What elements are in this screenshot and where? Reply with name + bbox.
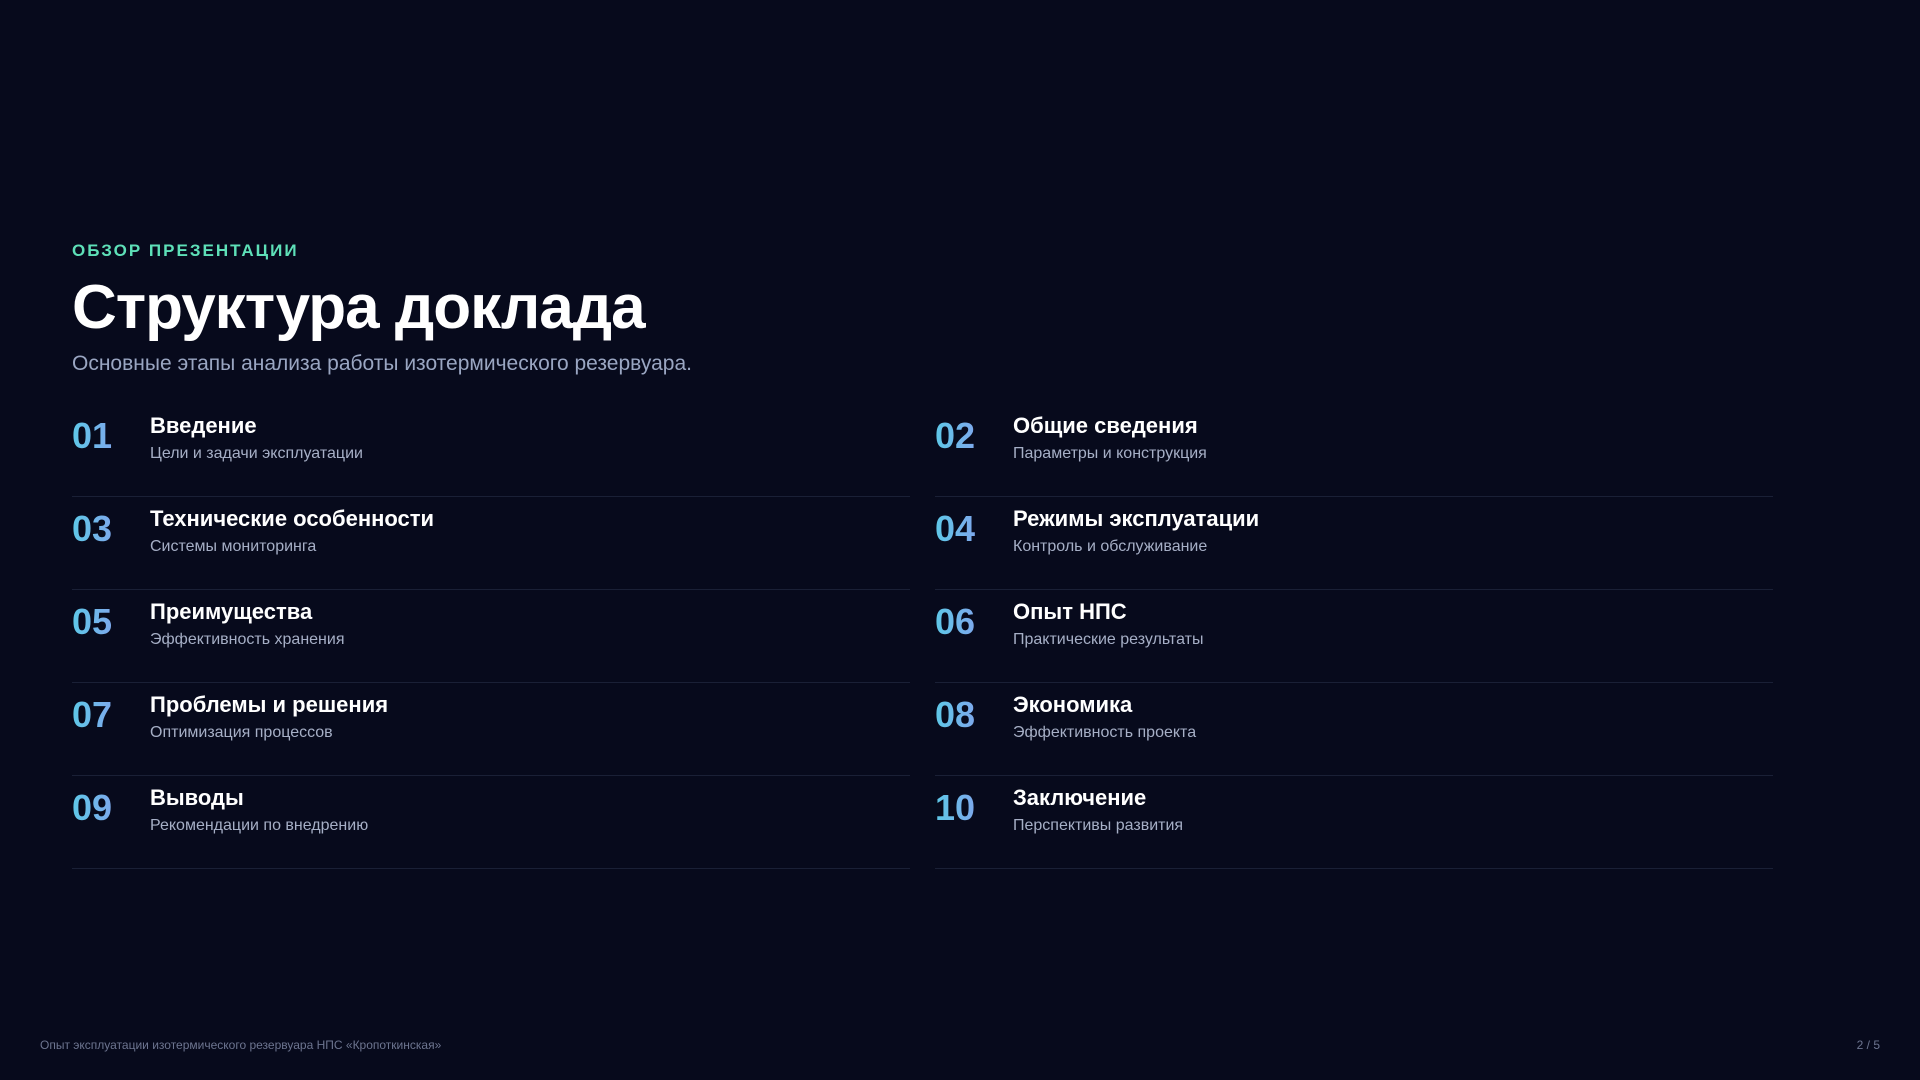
agenda-item: 09 Выводы Рекомендации по внедрению [72,776,910,869]
agenda-item: 08 Экономика Эффективность проекта [935,683,1773,776]
agenda-item-number: 06 [935,600,1013,644]
agenda-grid: 01 Введение Цели и задачи эксплуатации 0… [72,404,1773,869]
agenda-item-description: Цели и задачи эксплуатации [150,445,363,462]
agenda-item: 02 Общие сведения Параметры и конструкци… [935,404,1773,497]
agenda-item: 06 Опыт НПС Практические результаты [935,590,1773,683]
agenda-item: 03 Технические особенности Системы монит… [72,497,910,590]
agenda-item-title: Общие сведения [1013,413,1198,438]
agenda-item-number: 03 [72,507,150,551]
agenda-item-description: Рекомендации по внедрению [150,817,369,834]
agenda-item-title: Опыт НПС [1013,599,1127,624]
agenda-item: 10 Заключение Перспективы развития [935,776,1773,869]
page-subtitle: Основные этапы анализа работы изотермиче… [72,352,692,375]
agenda-item-number: 01 [72,414,150,458]
section-eyebrow: ОБЗОР ПРЕЗЕНТАЦИИ [72,241,299,260]
agenda-item-description: Системы мониторинга [150,538,317,555]
agenda-item-title: Заключение [1013,785,1147,810]
agenda-item-description: Практические результаты [1013,631,1204,648]
agenda-item-description: Перспективы развития [1013,817,1184,834]
agenda-item-description: Эффективность хранения [150,631,345,648]
footer-caption: Опыт эксплуатации изотермического резерв… [40,1038,442,1052]
agenda-item: 07 Проблемы и решения Оптимизация процес… [72,683,910,776]
agenda-item-title: Технические особенности [150,506,435,531]
page-number: 2 / 5 [1856,1038,1880,1052]
agenda-item-title: Введение [150,413,257,438]
agenda-item-number: 02 [935,414,1013,458]
agenda-item: 05 Преимущества Эффективность хранения [72,590,910,683]
page-title: Структура доклада [72,273,646,342]
agenda-item-number: 04 [935,507,1013,551]
agenda-item-number: 09 [72,786,150,830]
agenda-item-number: 10 [935,786,1013,830]
agenda-item-description: Оптимизация процессов [150,724,333,741]
agenda-item-description: Контроль и обслуживание [1013,538,1208,555]
agenda-item: 04 Режимы эксплуатации Контроль и обслуж… [935,497,1773,590]
agenda-item-title: Проблемы и решения [150,692,389,717]
agenda-item-number: 05 [72,600,150,644]
agenda-item: 01 Введение Цели и задачи эксплуатации [72,404,910,497]
agenda-item-description: Эффективность проекта [1013,724,1197,741]
agenda-item-description: Параметры и конструкция [1013,445,1207,462]
agenda-item-title: Режимы эксплуатации [1013,506,1260,531]
agenda-item-number: 08 [935,693,1013,737]
agenda-item-title: Экономика [1013,692,1133,717]
agenda-item-number: 07 [72,693,150,737]
agenda-item-title: Преимущества [150,599,313,624]
slide: ОБЗОР ПРЕЗЕНТАЦИИ Структура доклада Осно… [0,0,1920,1080]
agenda-item-title: Выводы [150,785,244,810]
slide-header: ОБЗОР ПРЕЗЕНТАЦИИ Структура доклада Осно… [72,240,692,378]
